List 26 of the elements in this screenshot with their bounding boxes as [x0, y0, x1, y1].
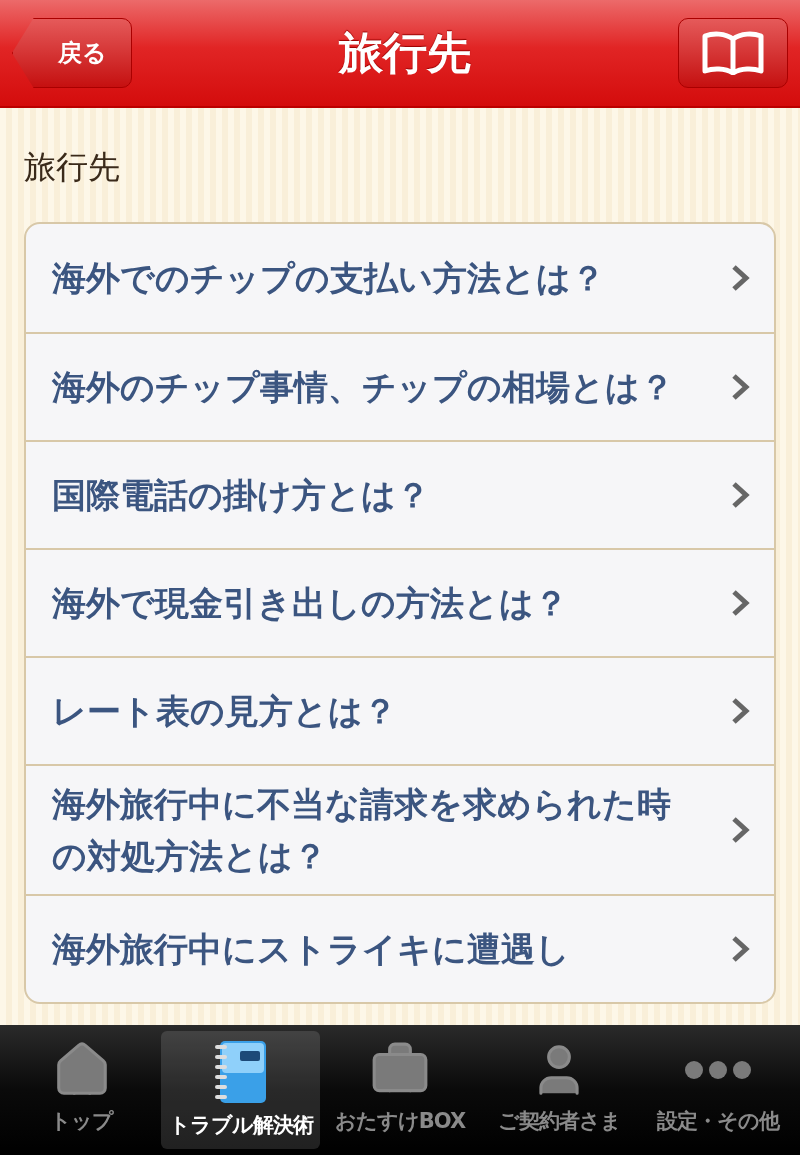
- list-item[interactable]: レート表の見方とは？: [26, 656, 774, 764]
- chevron-icon: [730, 263, 752, 293]
- book-button[interactable]: [678, 18, 788, 88]
- section-title: 旅行先: [24, 147, 121, 188]
- chevron-icon: [730, 588, 752, 618]
- tab[interactable]: ご契約者さま: [479, 1031, 639, 1149]
- screen-title: 旅行先: [339, 25, 471, 80]
- chevron-icon: [730, 372, 752, 402]
- chevron-icon: [730, 480, 752, 510]
- chevron-icon: [730, 934, 752, 964]
- tab[interactable]: トラブル解決術: [161, 1031, 321, 1149]
- more-icon: [685, 1061, 752, 1079]
- list-item[interactable]: 国際電話の掛け方とは？: [26, 440, 774, 548]
- list-item[interactable]: 海外旅行中に不当な請求を求められた時の対処方法とは？: [26, 764, 774, 894]
- tab[interactable]: トップ: [2, 1031, 162, 1149]
- list-item[interactable]: 海外のチップ事情、チップの相場とは？: [26, 332, 774, 440]
- chevron-icon: [730, 815, 752, 845]
- list-item[interactable]: 海外で現金引き出しの方法とは？: [26, 548, 774, 656]
- list-item[interactable]: 海外でのチップの支払い方法とは？: [26, 224, 774, 332]
- back-button[interactable]: 戻る: [12, 18, 132, 88]
- list-item[interactable]: 海外旅行中にストライキに遭遇し: [26, 894, 774, 1002]
- tab[interactable]: おたすけBOX: [320, 1031, 480, 1149]
- notebook-icon: [213, 1039, 268, 1105]
- open-book-icon: [701, 31, 765, 75]
- chevron-icon: [730, 696, 752, 726]
- tab[interactable]: 設定・その他: [638, 1031, 798, 1149]
